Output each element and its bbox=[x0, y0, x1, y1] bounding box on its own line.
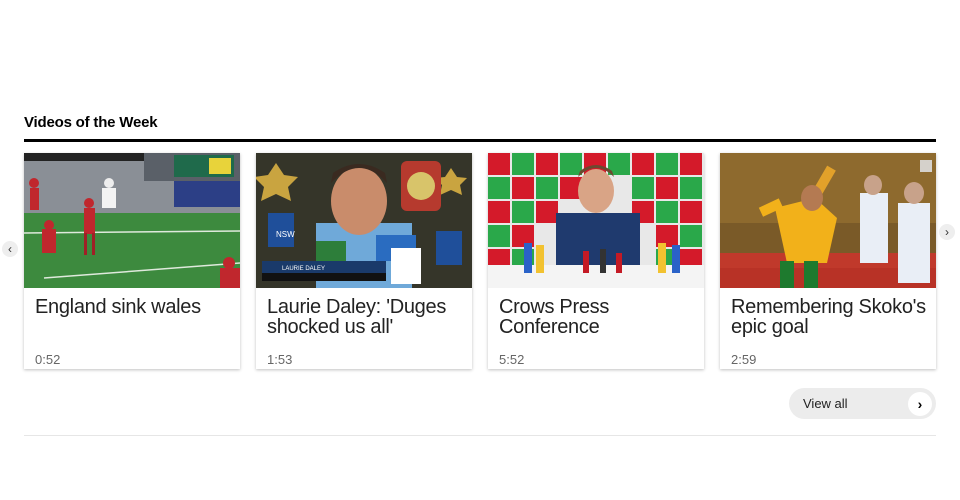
carousel-prev-icon[interactable]: ‹ bbox=[2, 241, 18, 257]
video-title[interactable]: Crows Press Conference bbox=[499, 297, 699, 337]
soccer-celebration-thumbnail[interactable] bbox=[720, 153, 936, 288]
view-all-button[interactable]: View all › bbox=[789, 388, 936, 419]
video-duration: 2:59 bbox=[731, 352, 757, 367]
video-duration: 1:53 bbox=[267, 352, 293, 367]
section-title: Videos of the Week bbox=[24, 114, 158, 131]
video-card[interactable]: Crows Press Conference 5:52 bbox=[488, 153, 704, 369]
section-divider bbox=[24, 435, 936, 436]
video-duration: 0:52 bbox=[35, 352, 61, 367]
rugby-match-thumbnail[interactable] bbox=[24, 153, 240, 288]
press-conference-thumbnail[interactable] bbox=[488, 153, 704, 288]
lower-third-name: LAURIE DALEY bbox=[282, 266, 325, 272]
press-interview-thumbnail[interactable]: LAURIE DALEY NEW SOUTH WALES COACH NSW bbox=[256, 153, 472, 288]
video-title[interactable]: Laurie Daley: 'Duges shocked us all' bbox=[267, 297, 467, 337]
nsw-logo: NSW bbox=[276, 230, 295, 239]
video-title[interactable]: Remembering Skoko's epic goal bbox=[731, 297, 931, 337]
title-divider bbox=[24, 139, 936, 142]
video-card[interactable]: Remembering Skoko's epic goal 2:59 bbox=[720, 153, 936, 369]
video-card[interactable]: England sink wales 0:52 bbox=[24, 153, 240, 369]
carousel-next-icon[interactable]: › bbox=[939, 224, 955, 240]
video-duration: 5:52 bbox=[499, 352, 525, 367]
view-all-label: View all bbox=[803, 396, 848, 411]
video-card[interactable]: LAURIE DALEY NEW SOUTH WALES COACH NSW L… bbox=[256, 153, 472, 369]
video-title[interactable]: England sink wales bbox=[35, 297, 235, 317]
chevron-right-icon: › bbox=[908, 392, 932, 416]
